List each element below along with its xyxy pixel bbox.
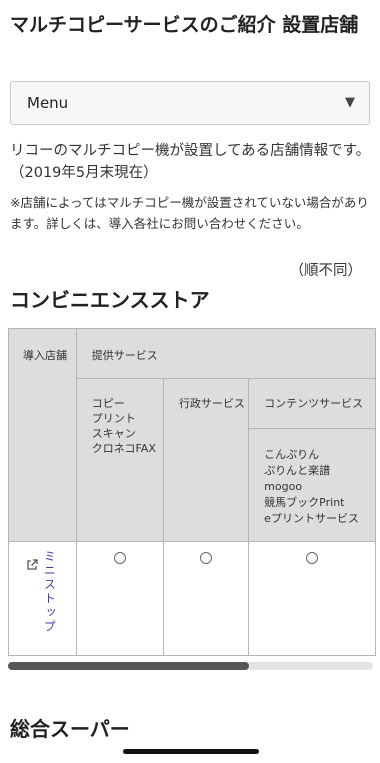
- store-name: ミニストップ: [42, 550, 57, 634]
- copy-availability: [75, 541, 164, 656]
- intro-text: リコーのマルチコピー機が設置してある店舗情報です。（2019年5月末現在）: [10, 143, 371, 181]
- order-note: （順不同）: [289, 263, 363, 279]
- store-link-ministop[interactable]: ミニストップ: [26, 550, 58, 637]
- copy-services-cell: コピー プリント スキャン クロネコFAX: [75, 378, 164, 542]
- admin-availability: [162, 541, 250, 656]
- section-heading-convenience: コンビニエンスストア: [10, 288, 210, 312]
- available-mark: [113, 552, 126, 564]
- store-table-scroll[interactable]: 導入店舗 提供サービス コピー プリント スキャン クロネコFAX 行政サービス: [8, 328, 376, 658]
- page-title: マルチコピーサービスのご紹介 設置店舗: [10, 14, 359, 36]
- content-availability: [248, 541, 376, 656]
- external-link-icon: [27, 559, 38, 570]
- store-header: 導入店舗: [8, 328, 77, 542]
- home-indicator[interactable]: [123, 749, 259, 754]
- scrollbar-thumb[interactable]: [8, 662, 249, 670]
- notice-text: ※店舗によってはマルチコピー機が設置されていない場合があります。詳しくは、導入各…: [10, 195, 369, 231]
- table-row: ミニストップ: [8, 541, 376, 656]
- content-service-header: コンテンツサービス: [248, 378, 376, 429]
- admin-service-header: 行政サービス: [162, 378, 250, 542]
- horizontal-scrollbar[interactable]: [8, 662, 373, 670]
- menu-label: Menu: [27, 94, 69, 112]
- available-mark: [200, 552, 213, 564]
- service-header: 提供サービス: [75, 328, 376, 379]
- content-items-cell: こんぷりん ぷりんと楽譜 mogoo 競馬ブックPrint eプリントサービス: [248, 428, 376, 542]
- available-mark: [306, 552, 319, 564]
- menu-select[interactable]: Menu ▼: [10, 81, 370, 125]
- store-name-cell: ミニストップ: [8, 541, 77, 656]
- store-table: 導入店舗 提供サービス コピー プリント スキャン クロネコFAX 行政サービス: [8, 328, 376, 656]
- section-heading-supermarket: 総合スーパー: [10, 717, 130, 741]
- chevron-down-icon: ▼: [345, 95, 355, 110]
